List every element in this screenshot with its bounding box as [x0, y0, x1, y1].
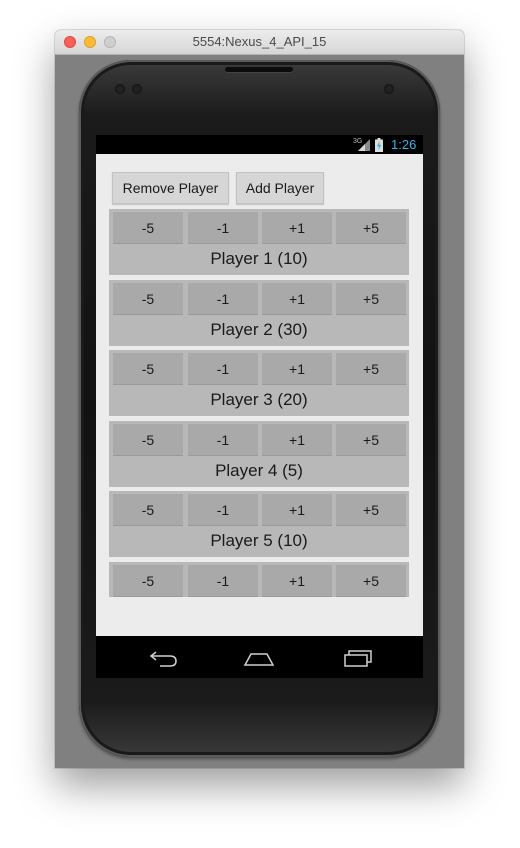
player-card: -5 -1 +1 +5 Player 4 (5)	[109, 420, 409, 487]
navigation-bar	[96, 636, 423, 678]
score-step-button[interactable]: -5	[113, 494, 183, 526]
battery-charging-icon	[375, 138, 383, 152]
app-content: Remove Player Add Player -5 -1 +1 +5 Player …	[96, 154, 423, 636]
score-step-button[interactable]: -5	[113, 423, 183, 456]
add-player-button[interactable]: Add Player	[236, 172, 324, 204]
score-step-button[interactable]: +5	[336, 353, 406, 385]
score-step-button[interactable]: +1	[262, 423, 332, 456]
score-step-button[interactable]: +5	[336, 564, 406, 597]
score-step-button[interactable]: -1	[188, 282, 258, 315]
score-step-button[interactable]: +5	[336, 212, 406, 244]
sensor-icon	[132, 84, 142, 94]
status-bar: 3G 1:26	[96, 135, 423, 154]
title-bar[interactable]: 5554:Nexus_4_API_15	[55, 30, 464, 55]
remove-player-button[interactable]: Remove Player	[112, 172, 229, 204]
score-step-button[interactable]: +1	[262, 564, 332, 597]
player-name-score: Player 1 (10)	[210, 249, 308, 268]
back-arrow-icon[interactable]	[148, 645, 180, 669]
score-step-button[interactable]: -5	[113, 353, 183, 385]
sensor-icon	[115, 84, 125, 94]
score-step-button[interactable]: -5	[113, 282, 183, 315]
score-step-button[interactable]: +5	[336, 423, 406, 456]
score-step-button[interactable]: +1	[262, 494, 332, 526]
score-step-button[interactable]: -1	[188, 423, 258, 456]
signal-icon	[358, 139, 370, 151]
home-icon[interactable]	[243, 645, 275, 669]
player-name-score: Player 3 (20)	[210, 390, 308, 409]
player-card: -5 -1 +1 +5 Player 5 (10)	[109, 491, 409, 557]
player-card: -5 -1 +1 +5 Player 2 (30)	[109, 279, 409, 346]
front-camera-icon	[384, 84, 394, 94]
player-card: -5 -1 +1 +5 Player 3 (20)	[109, 350, 409, 416]
score-step-button[interactable]: -1	[188, 564, 258, 597]
score-step-button[interactable]: -1	[188, 353, 258, 385]
score-step-button[interactable]: -5	[113, 564, 183, 597]
device-screen: 3G 1:26 Remove Player Add Player -5 -1 +1 +…	[96, 135, 423, 678]
score-step-button[interactable]: +1	[262, 212, 332, 244]
score-step-button[interactable]: -1	[188, 212, 258, 244]
player-name-score: Player 2 (30)	[210, 319, 308, 339]
score-step-button[interactable]: -1	[188, 494, 258, 526]
score-step-button[interactable]: +5	[336, 282, 406, 315]
score-step-button[interactable]: +5	[336, 494, 406, 526]
player-name-score: Player 4 (5)	[215, 460, 303, 480]
speaker-grille	[225, 67, 293, 72]
player-name-score: Player 5 (10)	[210, 531, 308, 550]
score-step-button[interactable]: +1	[262, 282, 332, 315]
player-card: -5 -1 +1 +5	[109, 561, 409, 597]
window-title: 5554:Nexus_4_API_15	[192, 34, 327, 49]
score-step-button[interactable]: -5	[113, 212, 183, 244]
status-clock: 1:26	[391, 137, 417, 152]
player-card: -5 -1 +1 +5 Player 1 (10)	[109, 209, 409, 275]
recent-apps-icon[interactable]	[340, 645, 372, 669]
score-step-button[interactable]: +1	[262, 353, 332, 385]
